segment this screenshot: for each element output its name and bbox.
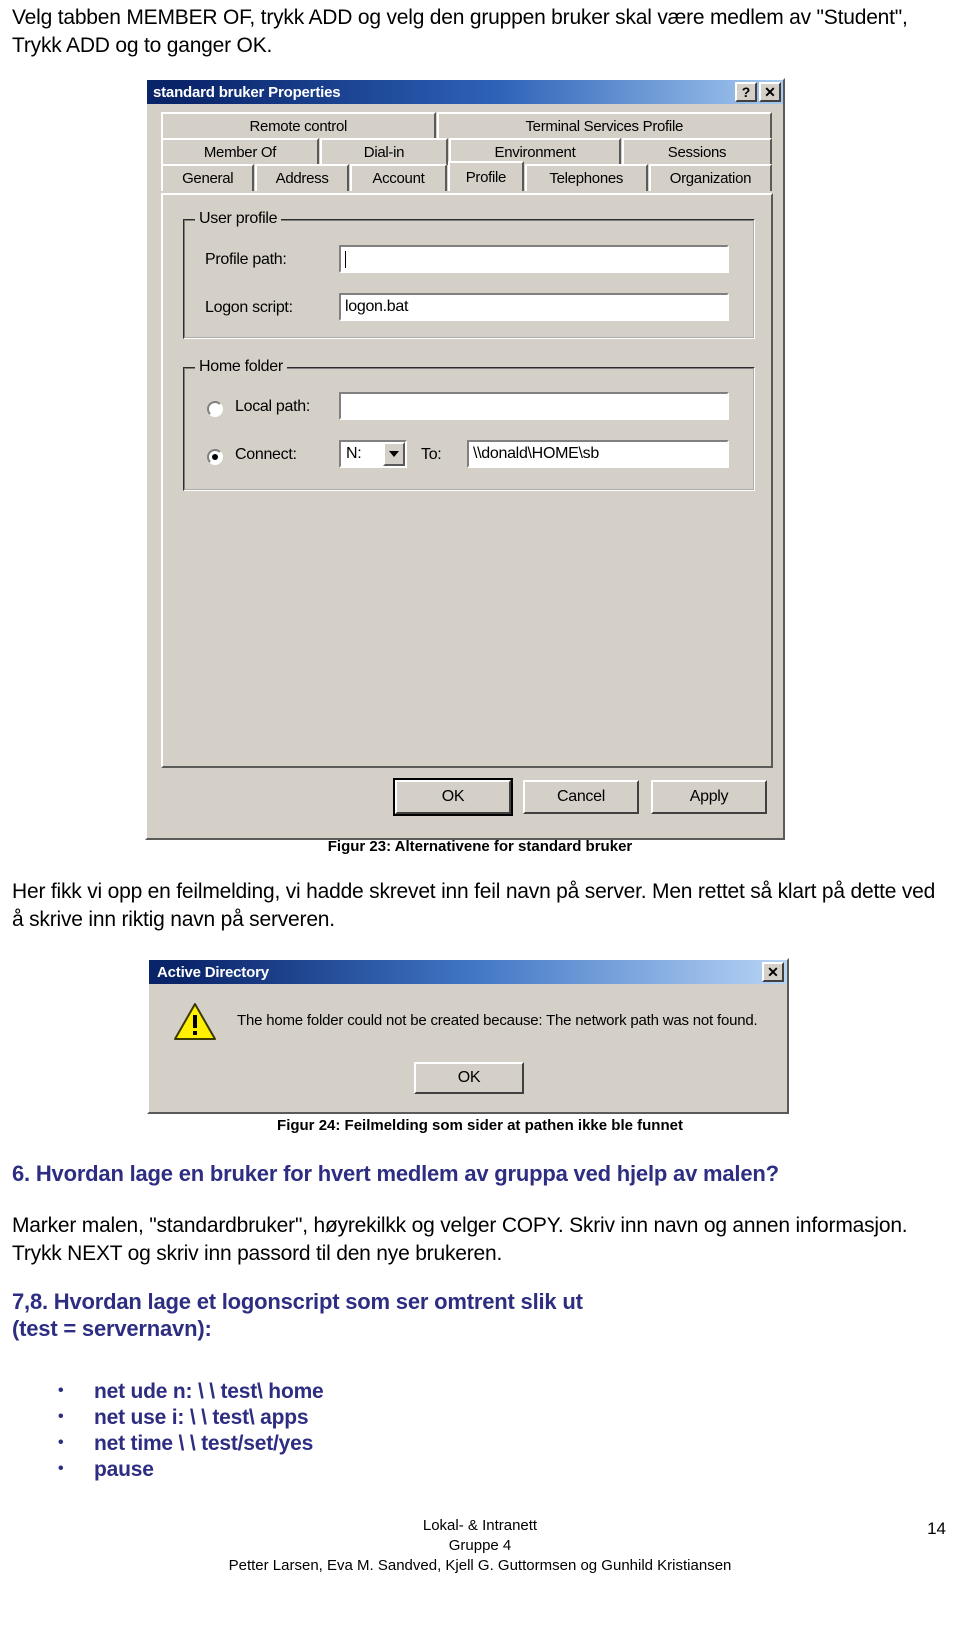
- logonscript-bullet-list: net ude n: \ \ test\ home net use i: \ \…: [56, 1378, 324, 1483]
- tab-row-3: General Address Account Profile Telephon…: [161, 161, 773, 191]
- tab-strip: Remote control Terminal Services Profile…: [161, 112, 773, 191]
- drive-letter-select[interactable]: N:: [339, 440, 407, 468]
- tab-terminal-services-profile[interactable]: Terminal Services Profile: [436, 112, 772, 139]
- tab-label: Remote control: [249, 118, 348, 135]
- tab-organization[interactable]: Organization: [648, 164, 773, 191]
- logon-script-value: logon.bat: [345, 298, 409, 315]
- tab-remote-control[interactable]: Remote control: [161, 112, 436, 139]
- tab-label: Profile: [465, 168, 507, 186]
- user-profile-group-title: User profile: [195, 210, 282, 228]
- cancel-button[interactable]: Cancel: [523, 780, 639, 814]
- footer-line-1: Lokal- & Intranett: [422, 1517, 538, 1534]
- paragraph-2: Marker malen, "standardbruker", høyrekil…: [12, 1214, 908, 1265]
- intro-paragraph: Velg tabben MEMBER OF, trykk ADD og velg…: [12, 6, 908, 57]
- footer-line-3: Petter Larsen, Eva M. Sandved, Kjell G. …: [228, 1557, 732, 1574]
- tab-telephones[interactable]: Telephones: [524, 164, 648, 191]
- profile-tab-panel: User profile Profile path: Logon script:…: [161, 193, 773, 768]
- connect-radio[interactable]: [207, 449, 223, 465]
- list-item: pause: [56, 1456, 324, 1483]
- heading-6: 6. Hvordan lage en bruker for hvert medl…: [12, 1161, 779, 1186]
- ok-button-label: OK: [457, 1069, 481, 1086]
- text-caret: [345, 250, 346, 268]
- tab-general[interactable]: General: [161, 164, 255, 191]
- local-path-input[interactable]: [339, 392, 729, 420]
- figure-23-caption: Figur 23: Alternativene for standard bru…: [327, 838, 633, 855]
- tab-label: Terminal Services Profile: [525, 118, 684, 135]
- properties-title-bar[interactable]: standard bruker Properties ? ✕: [147, 80, 783, 104]
- tab-label: General: [182, 170, 234, 187]
- ok-button-label: OK: [441, 788, 465, 805]
- to-label: To:: [421, 446, 442, 463]
- page-number: 14: [927, 1519, 946, 1538]
- home-folder-group-title: Home folder: [195, 358, 287, 376]
- logon-script-label: Logon script:: [205, 299, 293, 316]
- paragraph-1: Her fikk vi opp en feilmelding, vi hadde…: [12, 880, 936, 931]
- connect-to-value: \\donald\HOME\sb: [473, 445, 599, 462]
- tab-sessions[interactable]: Sessions: [622, 138, 772, 165]
- logon-script-input[interactable]: logon.bat: [339, 293, 729, 321]
- tab-label: Organization: [669, 170, 752, 187]
- close-icon[interactable]: ✕: [762, 962, 784, 982]
- local-path-radio[interactable]: [207, 401, 223, 417]
- list-item: net time \ \ test/set/yes: [56, 1430, 324, 1457]
- apply-button-label: Apply: [689, 788, 729, 805]
- apply-button[interactable]: Apply: [651, 780, 767, 814]
- tab-label: Address: [275, 170, 329, 187]
- profile-path-input[interactable]: [339, 245, 729, 273]
- tab-label: Telephones: [549, 170, 624, 187]
- profile-path-label: Profile path:: [205, 251, 287, 268]
- tab-label: Member Of: [203, 144, 277, 161]
- active-directory-dialog: Active Directory ✕ The home folder could…: [147, 958, 789, 1114]
- figure-24-caption: Figur 24: Feilmelding som sider at pathe…: [277, 1117, 683, 1134]
- tab-label: Sessions: [667, 144, 727, 161]
- active-directory-message: The home folder could not be created bec…: [237, 1012, 758, 1029]
- tab-row-1: Remote control Terminal Services Profile: [161, 112, 773, 139]
- home-folder-groupbox: Home folder Local path: Connect: N: To: …: [183, 358, 755, 491]
- tab-label: Dial-in: [363, 144, 405, 161]
- heading-7-8-line-1: 7,8. Hvordan lage et logonscript som ser…: [12, 1289, 583, 1314]
- standard-bruker-properties-dialog: standard bruker Properties ? ✕ Remote co…: [145, 78, 785, 840]
- ok-button[interactable]: OK: [393, 778, 513, 816]
- drive-letter-value: N:: [346, 445, 362, 462]
- tab-dial-in[interactable]: Dial-in: [320, 138, 448, 165]
- help-button[interactable]: ?: [735, 82, 757, 102]
- active-directory-ok-button[interactable]: OK: [414, 1062, 524, 1094]
- user-profile-groupbox: User profile Profile path: Logon script:…: [183, 210, 755, 339]
- footer-line-2: Gruppe 4: [448, 1537, 512, 1554]
- chevron-down-icon[interactable]: [383, 442, 405, 466]
- connect-to-input[interactable]: \\donald\HOME\sb: [467, 440, 729, 468]
- active-directory-title-text: Active Directory: [157, 963, 269, 981]
- close-icon[interactable]: ✕: [759, 82, 781, 102]
- list-item: net ude n: \ \ test\ home: [56, 1378, 324, 1405]
- properties-title-text: standard bruker Properties: [153, 83, 341, 101]
- tab-label: Environment: [494, 144, 576, 161]
- cancel-button-label: Cancel: [556, 788, 605, 805]
- connect-label: Connect:: [235, 446, 297, 463]
- active-directory-title-bar[interactable]: Active Directory ✕: [149, 960, 787, 984]
- list-item: net use i: \ \ test\ apps: [56, 1404, 324, 1431]
- tab-label: Account: [372, 170, 425, 187]
- warning-triangle-icon: [173, 1002, 217, 1042]
- tab-account[interactable]: Account: [349, 164, 448, 191]
- local-path-label: Local path:: [235, 398, 310, 415]
- tab-address[interactable]: Address: [255, 164, 349, 191]
- tab-member-of[interactable]: Member Of: [161, 138, 319, 165]
- heading-7-8-line-2: (test = servernavn):: [12, 1316, 212, 1341]
- tab-profile[interactable]: Profile: [448, 161, 524, 191]
